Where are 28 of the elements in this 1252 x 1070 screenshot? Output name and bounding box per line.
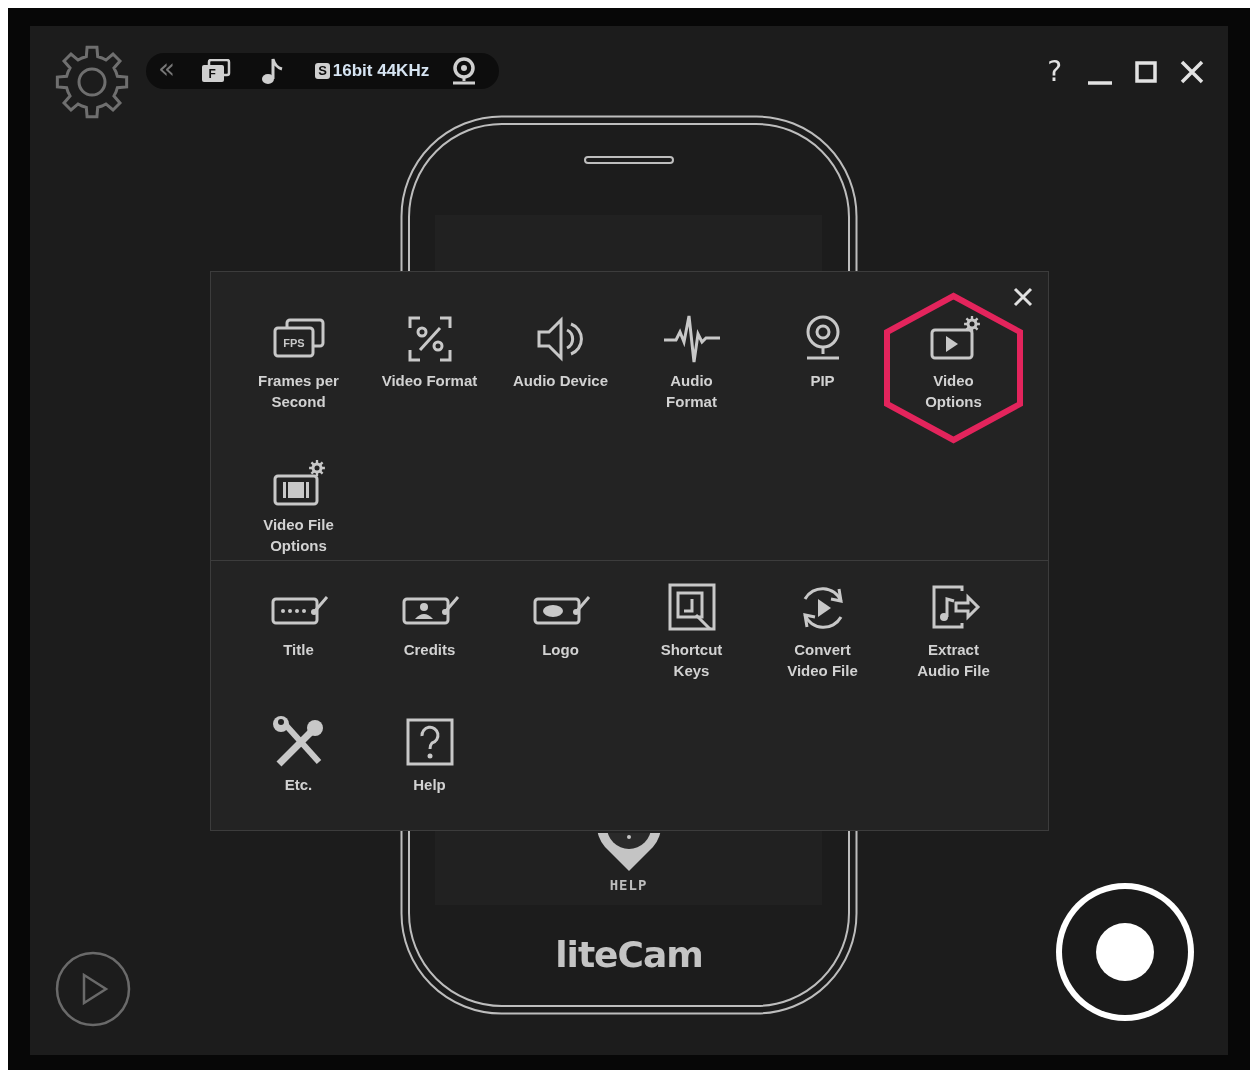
menu-item[interactable]: Help (381, 716, 478, 795)
close-icon[interactable] (1178, 58, 1206, 86)
settings-icon[interactable] (55, 45, 129, 119)
menu-item[interactable]: Title (250, 581, 347, 660)
record-button[interactable] (1054, 881, 1196, 1023)
menu-item[interactable]: FPS Frames per Second (250, 312, 347, 412)
fps-badge-text: FPS (282, 337, 305, 349)
webcam-icon[interactable] (451, 57, 478, 85)
menu-item[interactable]: Shortcut Keys (643, 581, 740, 681)
menu-item[interactable]: Video File Options (250, 456, 347, 556)
audio-format-button[interactable]: S 16bit 44KHz (315, 61, 452, 81)
menu-item[interactable]: PIP (774, 312, 871, 391)
menu-item[interactable]: Audio Device (512, 312, 609, 391)
menu-item[interactable]: Logo (512, 581, 609, 660)
help-button[interactable]: ? (1047, 57, 1062, 87)
menu-item[interactable]: Video Format (381, 312, 478, 391)
menu-item[interactable]: Audio Format (643, 312, 740, 412)
menu-item[interactable]: Convert Video File (774, 581, 871, 681)
close-icon[interactable] (1012, 286, 1034, 308)
menu-item[interactable]: Extract Audio File (905, 581, 1002, 681)
music-note-icon[interactable] (261, 57, 284, 85)
maximize-icon[interactable] (1132, 58, 1160, 86)
menu-item[interactable]: Etc. (250, 716, 347, 795)
help-label: HELP (609, 877, 648, 893)
menu-item[interactable]: Credits (381, 581, 478, 660)
play-button[interactable] (55, 951, 131, 1027)
collapse-button[interactable]: « (158, 51, 176, 87)
app-logo: liteCam (554, 935, 704, 975)
